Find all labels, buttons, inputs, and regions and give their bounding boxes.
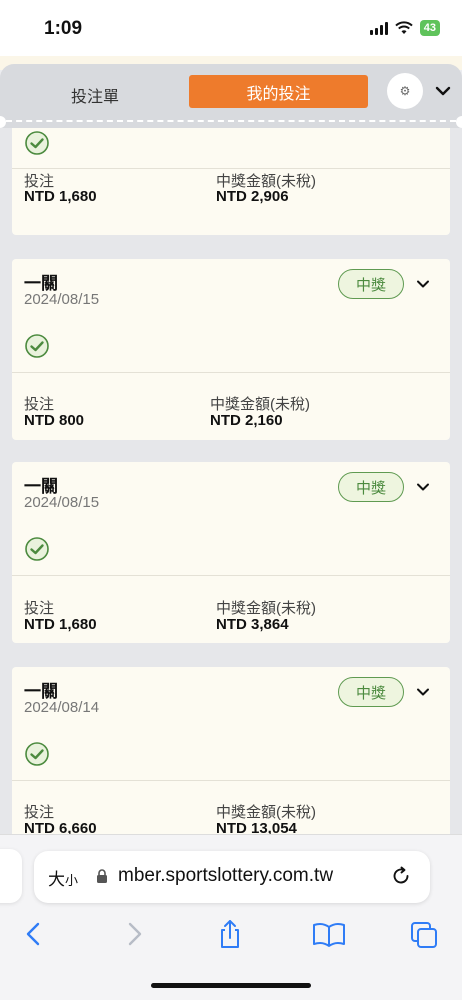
battery-icon: 43: [419, 20, 440, 36]
bet-date: 2024/08/15: [24, 494, 100, 511]
card-divider: [12, 372, 450, 373]
status-badge: 中獎: [338, 677, 404, 707]
reload-icon[interactable]: [390, 865, 412, 887]
payout-value: NTD 13,054: [216, 820, 297, 834]
payout-value: NTD 3,864: [216, 616, 289, 633]
payout-value: NTD 2,906: [216, 188, 289, 205]
forward-arrow-icon[interactable]: [120, 919, 148, 949]
card-divider: [12, 575, 450, 576]
home-indicator: [151, 983, 311, 988]
bet-date: 2024/08/14: [24, 699, 100, 716]
stake-label: 投注: [24, 600, 55, 617]
address-bar[interactable]: 大小 mber.sportslottery.com.tw: [34, 851, 430, 903]
stake-value: NTD 800: [24, 412, 85, 429]
collapse-chevron-icon[interactable]: [432, 80, 454, 102]
status-badge: 中獎: [338, 472, 404, 502]
text-size-button[interactable]: 大小: [48, 865, 78, 890]
card-divider: [12, 168, 450, 169]
previous-tab-preview[interactable]: [0, 849, 22, 903]
payout-value: NTD 2,160: [210, 412, 283, 429]
check-circle-icon: [25, 334, 49, 358]
check-circle-icon: [25, 537, 49, 561]
expand-chevron-icon[interactable]: [414, 478, 432, 496]
lock-icon: [97, 869, 107, 883]
bet-card: 一關 2024/08/15 中獎 投注 NTD 1,680 中獎金額(未稅) N…: [12, 462, 450, 643]
gear-icon: ⚙: [399, 84, 411, 98]
wifi-icon: [395, 21, 413, 34]
status-icons: 43: [369, 20, 440, 36]
expand-chevron-icon[interactable]: [414, 683, 432, 701]
stake-value: NTD 1,680: [24, 188, 97, 205]
payout-label: 中獎金額(未稅): [216, 600, 316, 617]
stake-label: 投注: [24, 804, 55, 821]
tab-betslip[interactable]: 投注單: [40, 78, 150, 112]
expand-chevron-icon[interactable]: [414, 275, 432, 293]
stake-value: NTD 1,680: [24, 616, 97, 633]
browser-toolbar: [0, 915, 462, 955]
browser-chrome: 大小 mber.sportslottery.com.tw: [0, 834, 462, 1000]
signal-icon: [369, 21, 388, 35]
text-size-small-label: 小: [65, 873, 79, 888]
bet-card: 一關 2024/08/15 中獎 投注 NTD 800 中獎金額(未稅) NTD…: [12, 259, 450, 440]
ticket-tear-line: [6, 120, 456, 122]
tabs-icon[interactable]: [410, 919, 438, 949]
bet-date: 2024/08/15: [24, 291, 100, 308]
back-arrow-icon[interactable]: [20, 919, 48, 949]
payout-label: 中獎金額(未稅): [210, 396, 310, 413]
url-text: mber.sportslottery.com.tw: [118, 865, 334, 886]
bet-card: 一關 2024/08/14 中獎 投注 NTD 6,660 中獎金額(未稅) N…: [12, 667, 450, 834]
stake-value: NTD 6,660: [24, 820, 97, 834]
stake-label: 投注: [24, 396, 55, 413]
status-badge: 中獎: [338, 269, 404, 299]
status-time: 1:09: [44, 18, 83, 39]
settings-button[interactable]: ⚙: [387, 73, 423, 109]
payout-label: 中獎金額(未稅): [216, 804, 316, 821]
bookmarks-icon[interactable]: [312, 919, 346, 949]
share-icon[interactable]: [216, 919, 244, 949]
check-circle-icon: [25, 742, 49, 766]
tab-my-bets[interactable]: 我的投注: [189, 75, 368, 108]
card-divider: [12, 780, 450, 781]
bet-card: 投注 NTD 1,680 中獎金額(未稅) NTD 2,906: [12, 128, 450, 235]
bet-list[interactable]: 投注 NTD 1,680 中獎金額(未稅) NTD 2,906 一關 2024/…: [0, 128, 462, 834]
text-size-label: 大: [48, 870, 65, 889]
check-circle-icon: [25, 131, 49, 155]
ticket-notch-right: [456, 116, 462, 128]
status-bar: 1:09 43: [0, 0, 462, 60]
